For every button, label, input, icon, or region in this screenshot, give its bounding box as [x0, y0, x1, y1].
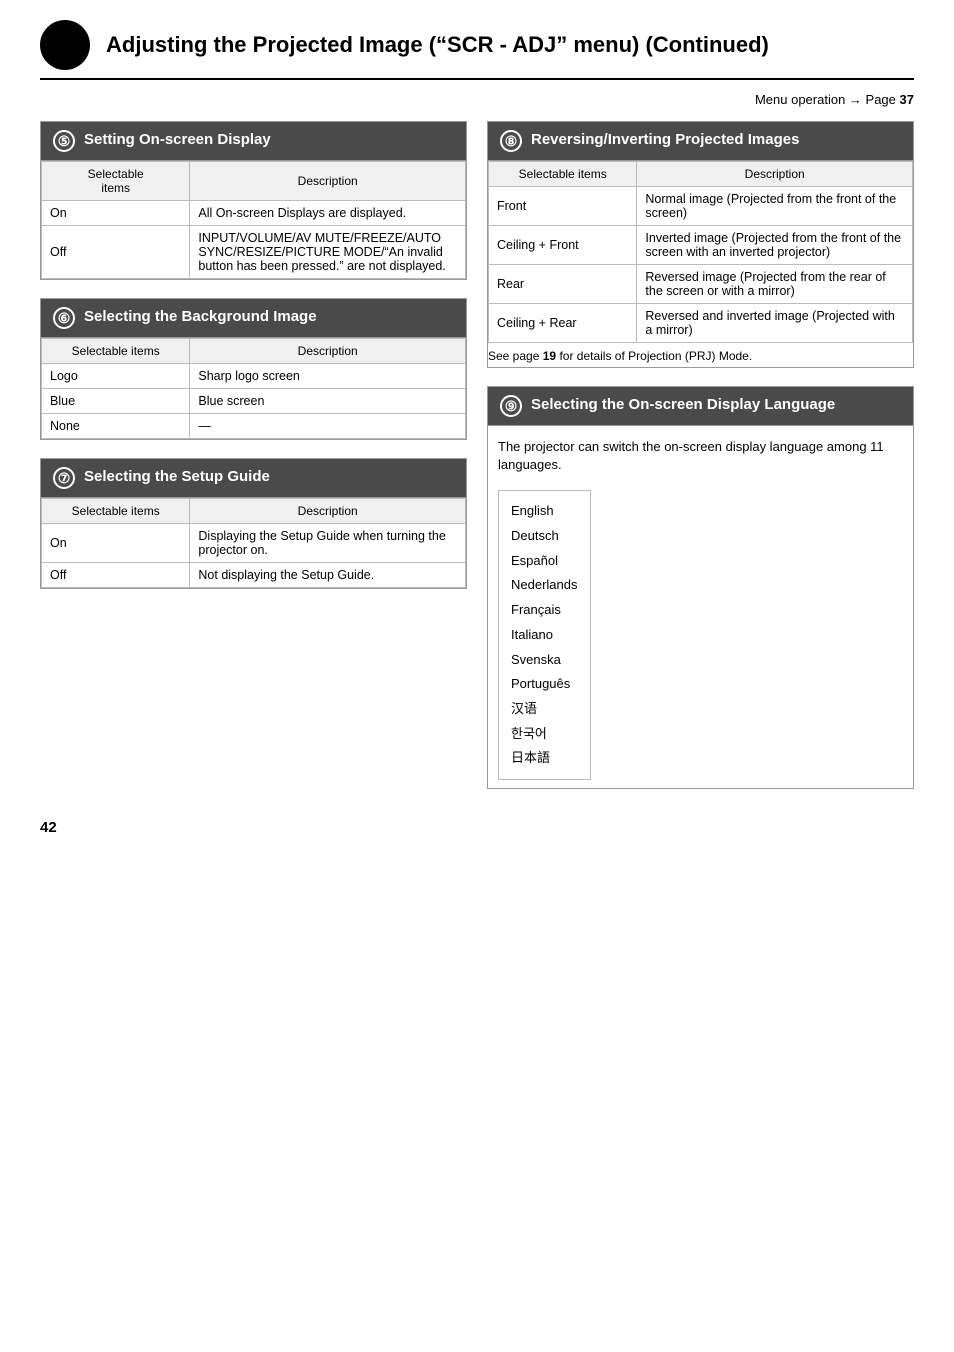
- menu-operation: Menu operation → Page 37: [40, 92, 914, 107]
- list-item: Español: [511, 549, 578, 574]
- table-row: Ceiling + RearReversed and inverted imag…: [489, 304, 913, 343]
- s6-col2-header: Description: [190, 499, 466, 524]
- item-cell: None: [42, 414, 190, 439]
- section-5: ⑥ Selecting the Background Image Selecta…: [40, 298, 467, 440]
- item-cell: Off: [42, 563, 190, 588]
- projector-lang-desc: The projector can switch the on-screen d…: [498, 438, 903, 474]
- desc-cell: All On-screen Displays are displayed.: [190, 201, 466, 226]
- section-6-num: ⑦: [53, 467, 75, 489]
- section-8-num: ⑨: [500, 395, 522, 417]
- table-row: BlueBlue screen: [42, 389, 466, 414]
- section-8-header: ⑨ Selecting the On-screen Display Langua…: [488, 387, 913, 426]
- item-cell: Front: [489, 187, 637, 226]
- list-item: Nederlands: [511, 573, 578, 598]
- table-row: FrontNormal image (Projected from the fr…: [489, 187, 913, 226]
- section-8: ⑨ Selecting the On-screen Display Langua…: [487, 386, 914, 789]
- section-5-title: Selecting the Background Image: [84, 307, 317, 327]
- desc-cell: —: [190, 414, 466, 439]
- page-header: Adjusting the Projected Image (“SCR - AD…: [40, 20, 914, 80]
- right-column: ⑧ Reversing/Inverting Projected Images S…: [487, 121, 914, 789]
- table-row: LogoSharp logo screen: [42, 364, 466, 389]
- s5-col1-header: Selectable items: [42, 339, 190, 364]
- list-item: Svenska: [511, 648, 578, 673]
- see-page-note: See page 19 for details of Projection (P…: [488, 349, 913, 363]
- section-7: ⑧ Reversing/Inverting Projected Images S…: [487, 121, 914, 368]
- item-cell: Blue: [42, 389, 190, 414]
- section-4-num: ⑤: [53, 130, 75, 152]
- s7-col2-header: Description: [637, 162, 913, 187]
- desc-cell: Displaying the Setup Guide when turning …: [190, 524, 466, 563]
- table-row: OffINPUT/VOLUME/AV MUTE/FREEZE/AUTO SYNC…: [42, 226, 466, 279]
- s4-col2-header: Description: [190, 162, 466, 201]
- language-list: EnglishDeutschEspañolNederlandsFrançaisI…: [498, 490, 591, 780]
- section-7-table: Selectable items Description FrontNormal…: [488, 161, 913, 343]
- page-number: 42: [40, 819, 914, 836]
- section-7-num: ⑧: [500, 130, 522, 152]
- section-5-header: ⑥ Selecting the Background Image: [41, 299, 466, 338]
- desc-cell: Not displaying the Setup Guide.: [190, 563, 466, 588]
- section-4-title: Setting On-screen Display: [84, 130, 271, 150]
- list-item: Português: [511, 672, 578, 697]
- list-item: Français: [511, 598, 578, 623]
- list-item: English: [511, 499, 578, 524]
- list-item: 日本語: [511, 746, 578, 771]
- item-cell: On: [42, 201, 190, 226]
- page-title: Adjusting the Projected Image (“SCR - AD…: [106, 32, 769, 58]
- table-row: OnDisplaying the Setup Guide when turnin…: [42, 524, 466, 563]
- desc-cell: Normal image (Projected from the front o…: [637, 187, 913, 226]
- main-content: ⑤ Setting On-screen Display Selectable i…: [40, 121, 914, 789]
- section-5-table: Selectable items Description LogoSharp l…: [41, 338, 466, 439]
- table-row: OffNot displaying the Setup Guide.: [42, 563, 466, 588]
- section-6-header: ⑦ Selecting the Setup Guide: [41, 459, 466, 498]
- section-7-title: Reversing/Inverting Projected Images: [531, 130, 799, 150]
- list-item: Deutsch: [511, 524, 578, 549]
- s7-col1-header: Selectable items: [489, 162, 637, 187]
- list-item: 한국어: [511, 722, 578, 747]
- item-cell: Logo: [42, 364, 190, 389]
- section-6-table: Selectable items Description OnDisplayin…: [41, 498, 466, 588]
- s5-col2-header: Description: [190, 339, 466, 364]
- item-cell: Off: [42, 226, 190, 279]
- s6-col1-header: Selectable items: [42, 499, 190, 524]
- table-row: Ceiling + FrontInverted image (Projected…: [489, 226, 913, 265]
- item-cell: Ceiling + Front: [489, 226, 637, 265]
- desc-cell: Blue screen: [190, 389, 466, 414]
- item-cell: Ceiling + Rear: [489, 304, 637, 343]
- section-6-title: Selecting the Setup Guide: [84, 467, 270, 487]
- left-column: ⑤ Setting On-screen Display Selectable i…: [40, 121, 467, 789]
- section-7-header: ⑧ Reversing/Inverting Projected Images: [488, 122, 913, 161]
- item-cell: On: [42, 524, 190, 563]
- table-row: RearReversed image (Projected from the r…: [489, 265, 913, 304]
- item-cell: Rear: [489, 265, 637, 304]
- section-5-num: ⑥: [53, 307, 75, 329]
- section-4: ⑤ Setting On-screen Display Selectable i…: [40, 121, 467, 280]
- section-8-title: Selecting the On-screen Display Language: [531, 395, 835, 415]
- desc-cell: Sharp logo screen: [190, 364, 466, 389]
- table-row: None—: [42, 414, 466, 439]
- list-item: Italiano: [511, 623, 578, 648]
- see-page-num: 19: [543, 349, 556, 363]
- desc-cell: Reversed image (Projected from the rear …: [637, 265, 913, 304]
- section-4-table: Selectable items Description OnAll On-sc…: [41, 161, 466, 279]
- section-6: ⑦ Selecting the Setup Guide Selectable i…: [40, 458, 467, 589]
- s4-col1-header: Selectable items: [42, 162, 190, 201]
- table-row: OnAll On-screen Displays are displayed.: [42, 201, 466, 226]
- list-item: 汉语: [511, 697, 578, 722]
- desc-cell: Inverted image (Projected from the front…: [637, 226, 913, 265]
- section-4-header: ⑤ Setting On-screen Display: [41, 122, 466, 161]
- desc-cell: Reversed and inverted image (Projected w…: [637, 304, 913, 343]
- header-circle-icon: [40, 20, 90, 70]
- desc-cell: INPUT/VOLUME/AV MUTE/FREEZE/AUTO SYNC/RE…: [190, 226, 466, 279]
